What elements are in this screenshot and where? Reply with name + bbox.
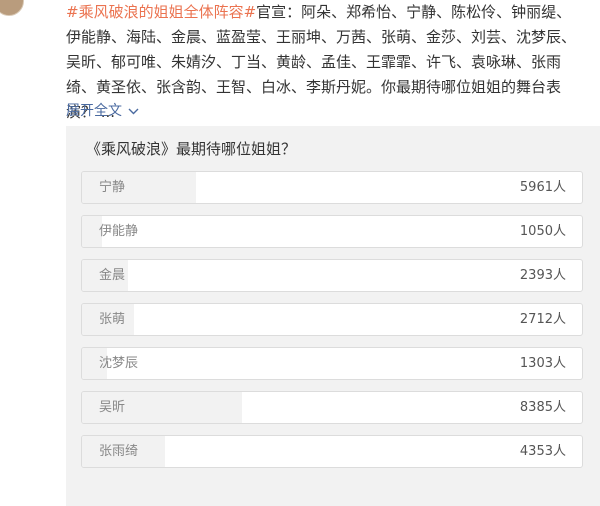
poll-option[interactable]: 金晨 2393人 [81, 259, 583, 292]
poll-option-count: 8385人 [519, 400, 566, 415]
poll-option[interactable]: 张萌 2712人 [81, 303, 583, 336]
poll-option[interactable]: 张雨绮 4353人 [81, 435, 583, 468]
poll-option-count: 1303人 [519, 356, 566, 371]
hashtag-link[interactable]: #乘风破浪的姐姐全体阵容# [66, 3, 256, 21]
poll-option[interactable]: 吴昕 8385人 [81, 391, 583, 424]
poll-option-count: 1050人 [519, 224, 566, 239]
expand-full-text-link[interactable]: 展开全文 [66, 100, 139, 122]
poll-option-label: 吴昕 [99, 400, 126, 415]
expand-label: 展开全文 [66, 103, 122, 119]
poll-option[interactable]: 伊能静 1050人 [81, 215, 583, 248]
poll-option[interactable]: 沈梦辰 1303人 [81, 347, 583, 380]
post-text: #乘风破浪的姐姐全体阵容#官宣：阿朵、郑希怡、宁静、陈松伶、钟丽缇、伊能静、海陆… [66, 0, 584, 125]
poll-option[interactable]: 宁静 5961人 [81, 171, 583, 204]
poll-option-count: 4353人 [519, 444, 566, 459]
avatar[interactable] [0, 0, 24, 16]
poll-option-label: 张萌 [99, 312, 126, 327]
poll-option-count: 2393人 [519, 268, 566, 283]
poll-card: 《乘风破浪》最期待哪位姐姐？ 宁静 5961人伊能静 1050人金晨 2393人张萌 2… [66, 126, 600, 506]
poll-option-label: 伊能静 [99, 224, 139, 239]
poll-options: 宁静 5961人伊能静 1050人金晨 2393人张萌 2712人沈梦辰 1303人吴昕 8… [81, 171, 583, 479]
poll-option-label: 张雨绮 [99, 444, 139, 459]
chevron-down-icon [128, 108, 139, 114]
poll-option-count: 5961人 [519, 180, 566, 195]
poll-option-count: 2712人 [519, 312, 566, 327]
poll-option-label: 金晨 [99, 268, 126, 283]
poll-option-label: 沈梦辰 [99, 356, 139, 371]
poll-option-label: 宁静 [99, 180, 126, 195]
poll-title: 《乘风破浪》最期待哪位姐姐？ [86, 140, 297, 158]
